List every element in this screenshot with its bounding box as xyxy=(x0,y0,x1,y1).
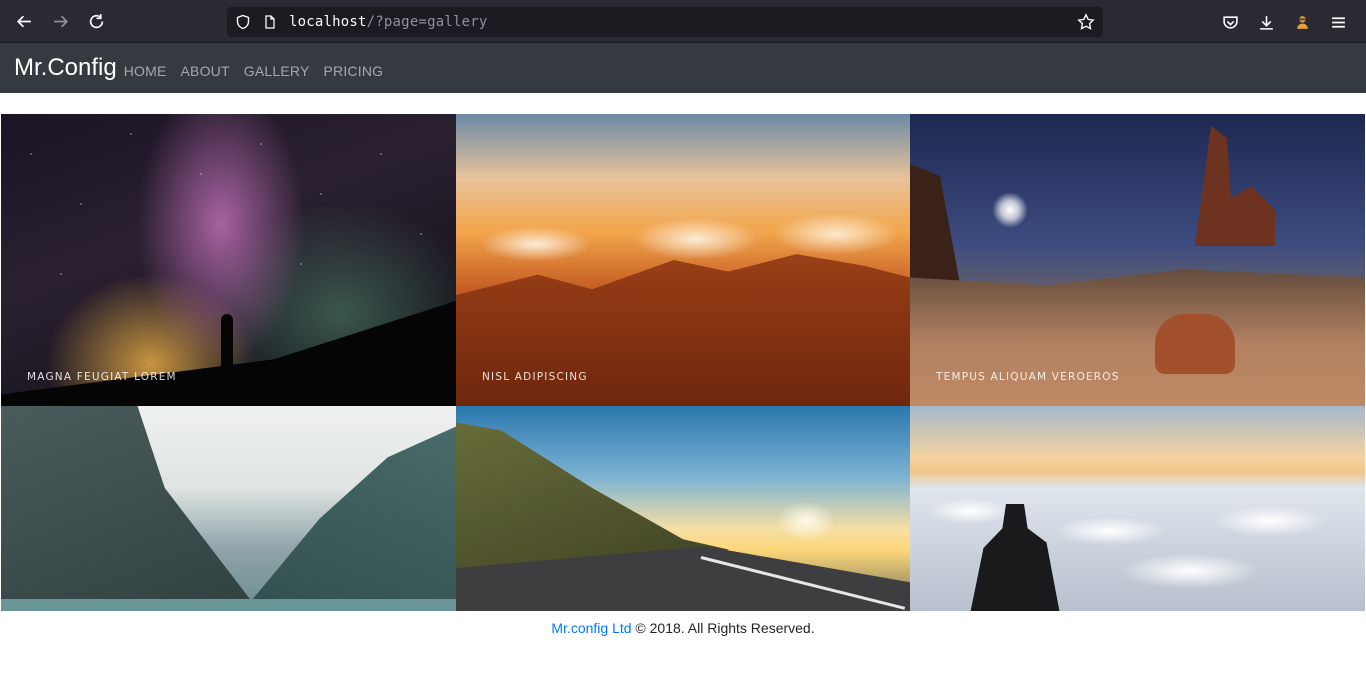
menu-icon[interactable] xyxy=(1320,4,1356,40)
gallery-tile-sea-of-clouds[interactable] xyxy=(910,406,1365,611)
extension-icon[interactable] xyxy=(1284,4,1320,40)
gallery-tile-desert-night[interactable]: TEMPUS ALIQUAM VEROEROS xyxy=(910,114,1365,406)
pocket-icon[interactable] xyxy=(1212,4,1248,40)
tile-caption: TEMPUS ALIQUAM VEROEROS xyxy=(936,371,1120,383)
shield-icon[interactable] xyxy=(235,14,251,30)
forward-icon[interactable] xyxy=(42,3,78,39)
moon-image xyxy=(992,192,1028,228)
download-icon[interactable] xyxy=(1248,4,1284,40)
tile-caption: NISL ADIPISCING xyxy=(482,371,588,383)
url-host: localhost xyxy=(289,14,367,30)
rock-formation-image xyxy=(1195,126,1275,246)
rock-image xyxy=(910,164,960,284)
browser-toolbar: localhost/?page=gallery xyxy=(0,0,1366,43)
nav-item-gallery[interactable]: GALLERY xyxy=(244,63,310,79)
brand-link[interactable]: Mr.Config xyxy=(14,54,117,82)
tile-caption: MAGNA FEUGIAT LOREM xyxy=(27,371,177,383)
url-text[interactable]: localhost/?page=gallery xyxy=(289,14,487,30)
footer-copyright: © 2018. All Rights Reserved. xyxy=(631,620,815,636)
lake-image xyxy=(1,599,456,611)
reload-icon[interactable] xyxy=(78,3,114,39)
site-navbar: Mr.Config HOME ABOUT GALLERY PRICING xyxy=(0,43,1366,93)
gallery-tile-milky-way[interactable]: MAGNA FEUGIAT LOREM xyxy=(1,114,456,406)
nav-item-pricing[interactable]: PRICING xyxy=(323,63,383,79)
nav-menu: HOME ABOUT GALLERY PRICING xyxy=(124,63,398,79)
person-silhouette xyxy=(221,314,233,376)
gallery-tile-mountain-lake[interactable] xyxy=(1,406,456,611)
nav-item-home[interactable]: HOME xyxy=(124,63,167,79)
footer-company-link[interactable]: Mr.config Ltd xyxy=(551,620,631,636)
url-path: /?page=gallery xyxy=(366,14,488,30)
boulder-image xyxy=(1155,314,1235,374)
url-bar[interactable]: localhost/?page=gallery xyxy=(227,7,1103,37)
gallery-grid: MAGNA FEUGIAT LOREM NISL ADIPISCING TEMP… xyxy=(1,114,1365,611)
gallery-tile-coastal-road[interactable] xyxy=(456,406,910,611)
gallery-tile-sunset-mountains[interactable]: NISL ADIPISCING xyxy=(456,114,910,406)
page-icon xyxy=(265,15,275,29)
back-icon[interactable] xyxy=(6,3,42,39)
footer: Mr.config Ltd © 2018. All Rights Reserve… xyxy=(0,620,1366,636)
sun-image xyxy=(776,501,836,541)
nav-item-about[interactable]: ABOUT xyxy=(181,63,230,79)
bookmark-star-icon[interactable] xyxy=(1077,13,1095,31)
